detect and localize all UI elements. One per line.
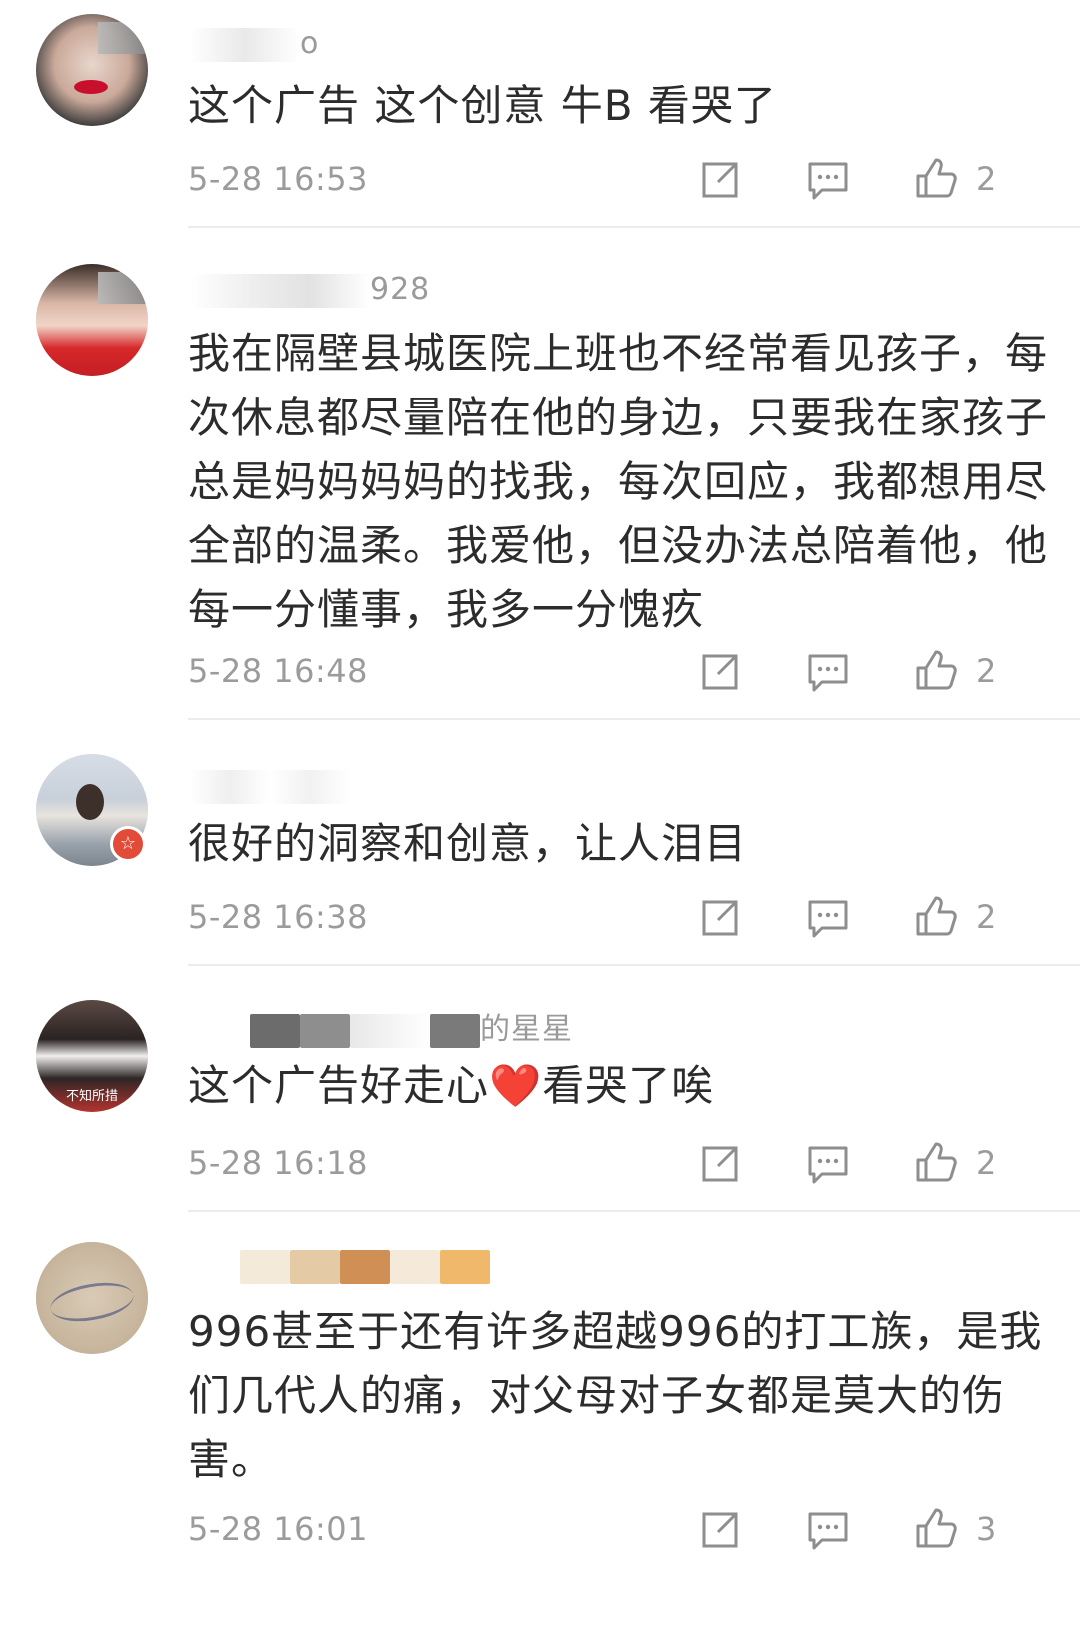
- username[interactable]: o: [190, 26, 319, 62]
- thumbs-up-icon[interactable]: [914, 156, 958, 200]
- thumbs-up-icon[interactable]: [914, 1140, 958, 1184]
- comment-item: o 这个广告 这个创意 牛B 看哭了 5-28 16:53 2: [0, 0, 1080, 228]
- username[interactable]: 的星星: [190, 1004, 573, 1048]
- avatar[interactable]: [36, 14, 148, 126]
- username[interactable]: [190, 768, 350, 804]
- timestamp: 5-28 16:38: [188, 898, 369, 936]
- timestamp: 5-28 16:53: [188, 160, 369, 198]
- avatar[interactable]: [36, 1242, 148, 1354]
- username[interactable]: [190, 1248, 490, 1284]
- comment-item: 928 我在隔壁县城医院上班也不经常看见孩子，每次休息都尽量陪在他的身边，只要我…: [0, 228, 1080, 720]
- timestamp: 5-28 16:48: [188, 652, 369, 690]
- timestamp: 5-28 16:01: [188, 1510, 369, 1548]
- comment-item: 不知所措 的星星 这个广告好走心❤️看哭了唉 5-28 16:18 2: [0, 966, 1080, 1212]
- comment-icon[interactable]: [806, 1508, 850, 1552]
- share-icon[interactable]: [698, 1142, 742, 1186]
- username[interactable]: 928: [190, 272, 430, 308]
- comment-item: 996甚至于还有许多超越996的打工族，是我们几代人的痛，对父母对子女都是莫大的…: [0, 1212, 1080, 1644]
- share-icon[interactable]: [698, 1508, 742, 1552]
- like-count: 2: [976, 160, 997, 198]
- comment-icon[interactable]: [806, 158, 850, 202]
- share-icon[interactable]: [698, 896, 742, 940]
- comment-text: 我在隔壁县城医院上班也不经常看见孩子，每次休息都尽量陪在他的身边，只要我在家孩子…: [188, 329, 1049, 634]
- like-count: 2: [976, 1144, 997, 1182]
- comment-text: 这个广告 这个创意 牛B 看哭了: [188, 81, 777, 130]
- avatar-caption: 不知所措: [65, 1089, 118, 1104]
- comment-icon[interactable]: [806, 896, 850, 940]
- thumbs-up-icon[interactable]: [914, 648, 958, 692]
- comment-icon[interactable]: [806, 1142, 850, 1186]
- comment-text: 很好的洞察和创意，让人泪目: [188, 819, 748, 868]
- avatar[interactable]: 不知所措: [36, 1000, 148, 1112]
- like-count: 2: [976, 652, 997, 690]
- thumbs-up-icon[interactable]: [914, 894, 958, 938]
- avatar[interactable]: [36, 264, 148, 376]
- comment-text: 996甚至于还有许多超越996的打工族，是我们几代人的痛，对父母对子女都是莫大的…: [188, 1307, 1043, 1484]
- verified-badge-icon: ☆: [110, 826, 146, 862]
- like-count: 2: [976, 898, 997, 936]
- share-icon[interactable]: [698, 650, 742, 694]
- comment-item: ☆ 很好的洞察和创意，让人泪目 5-28 16:38 2: [0, 720, 1080, 966]
- thumbs-up-icon[interactable]: [914, 1506, 958, 1550]
- comment-icon[interactable]: [806, 650, 850, 694]
- like-count: 3: [976, 1510, 997, 1548]
- timestamp: 5-28 16:18: [188, 1144, 369, 1182]
- share-icon[interactable]: [698, 158, 742, 202]
- comment-text: 这个广告好走心❤️看哭了唉: [188, 1061, 715, 1110]
